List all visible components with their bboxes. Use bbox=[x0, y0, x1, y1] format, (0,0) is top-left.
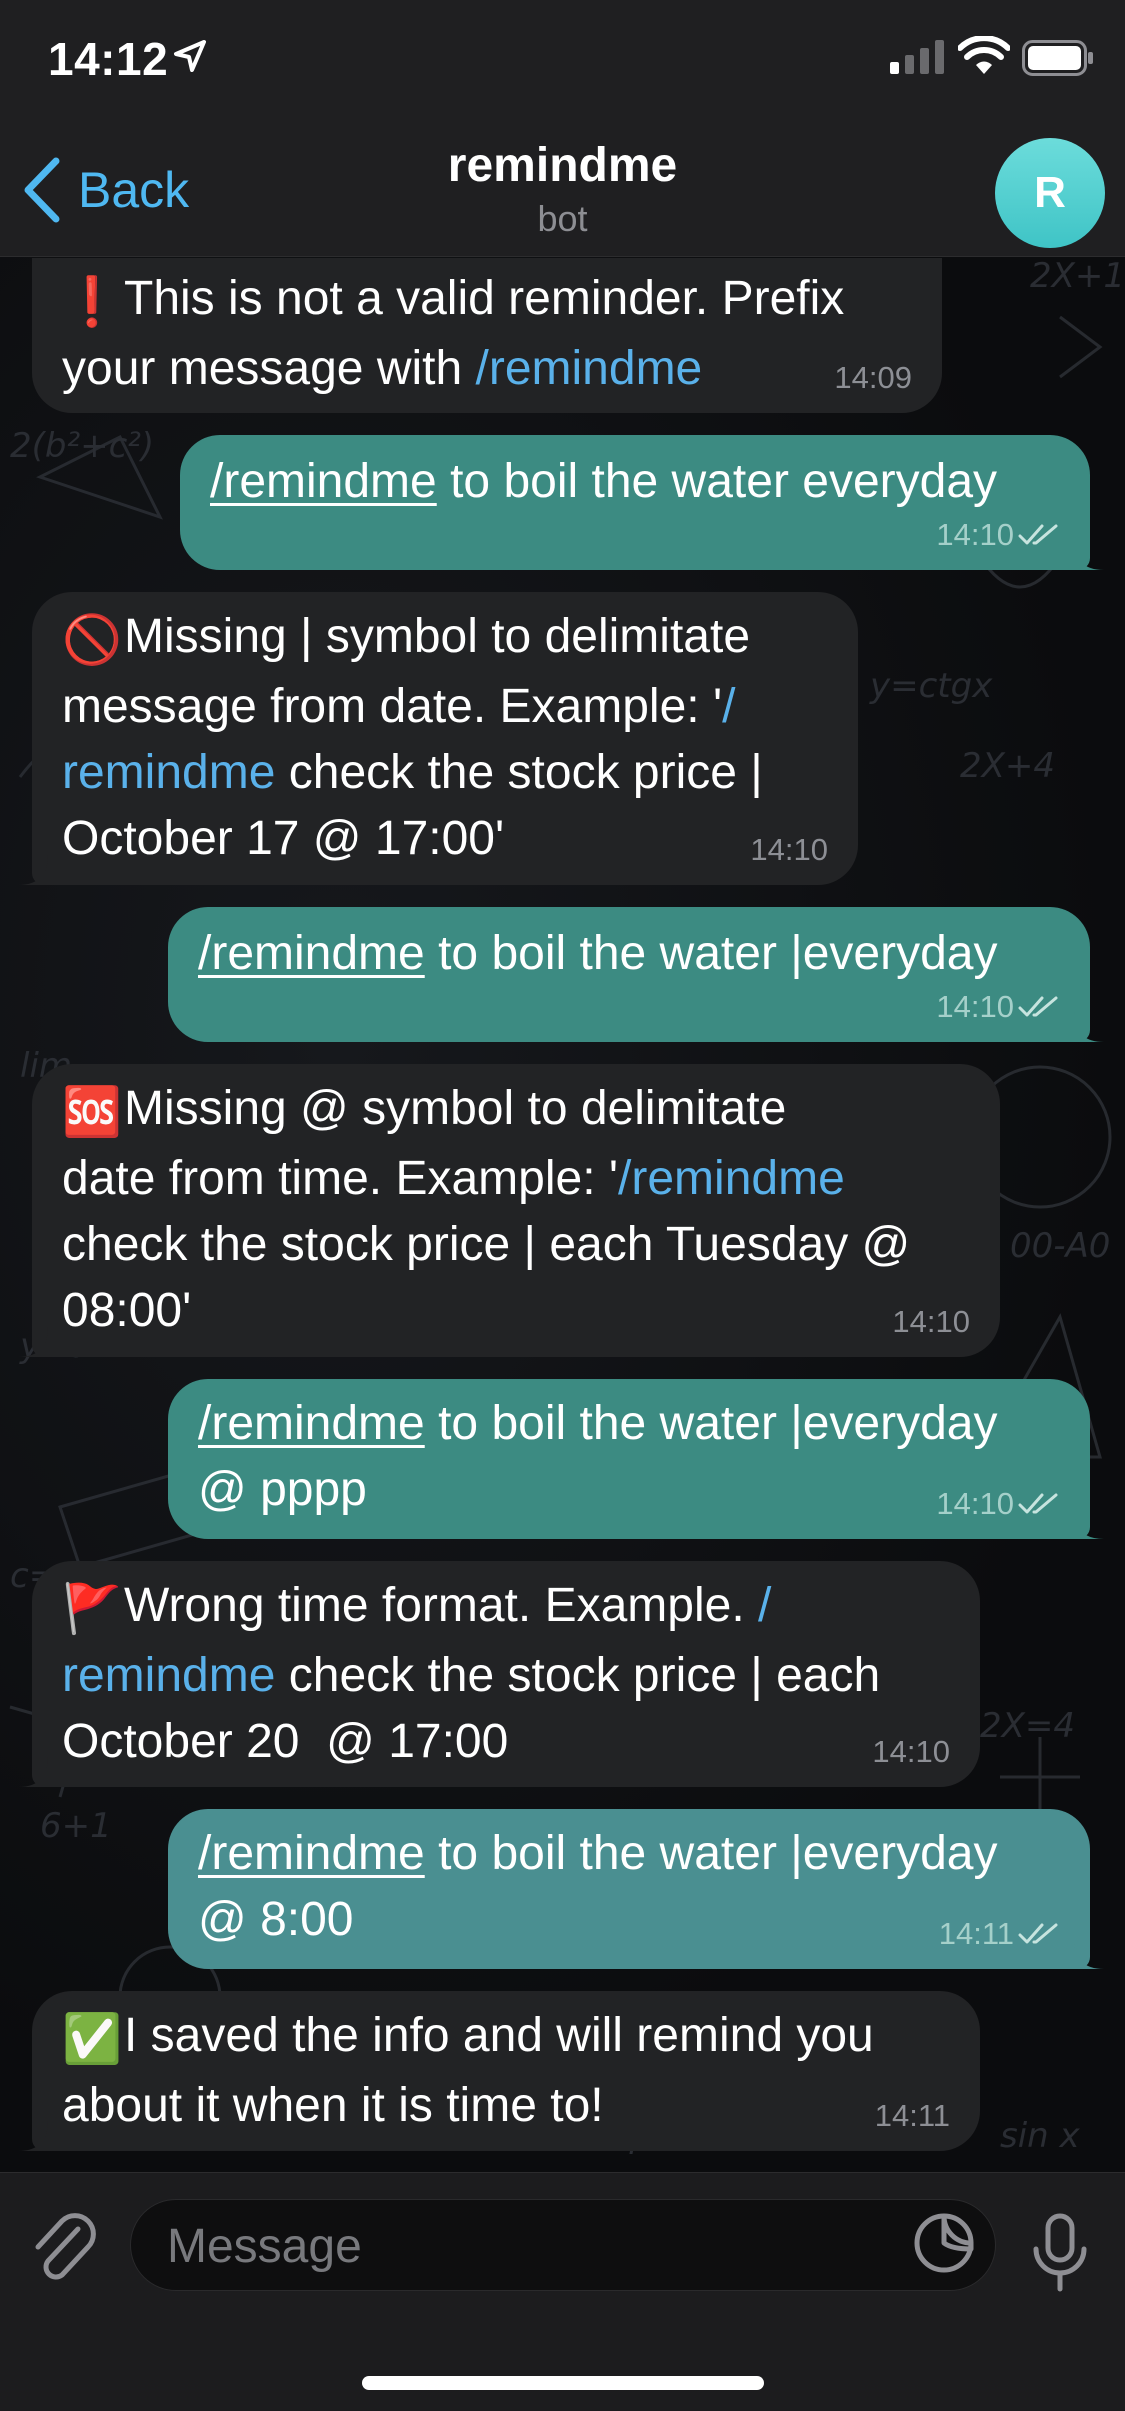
message-time: 14:10 bbox=[750, 832, 828, 867]
sos-emoji-icon: 🆘 bbox=[62, 1086, 122, 1139]
svg-text:2X+1: 2X+1 bbox=[1030, 257, 1125, 296]
chat-title[interactable]: remindme bbox=[0, 138, 1125, 193]
command-link[interactable]: / bbox=[758, 1579, 771, 1632]
message-incoming[interactable]: 🚫Missing | symbol to delimitate message … bbox=[18, 592, 858, 885]
svg-text:2X+4: 2X+4 bbox=[960, 746, 1055, 786]
message-text: 🆘Missing @ symbol to delimitate date fro… bbox=[62, 1082, 911, 1337]
status-time: 14:12 bbox=[48, 33, 169, 85]
double-check-icon bbox=[1018, 1493, 1058, 1514]
svg-text:sin x: sin x bbox=[1000, 2116, 1081, 2156]
check-mark-emoji-icon: ✅ bbox=[62, 2013, 122, 2066]
command-link[interactable]: remindme bbox=[62, 1649, 275, 1702]
command-link[interactable]: /remindme bbox=[198, 1827, 425, 1880]
message-time: 14:11 bbox=[874, 2098, 950, 2133]
message-text: ✅I saved the info and will remind you ab… bbox=[62, 2009, 874, 2132]
message-outgoing[interactable]: /remindme to boil the water |everyday @ … bbox=[168, 1809, 1104, 1969]
wifi-icon bbox=[958, 36, 1010, 74]
avatar[interactable]: R bbox=[995, 138, 1105, 248]
message-time: 14:10 bbox=[936, 990, 1060, 1024]
svg-text:y=ctgx: y=ctgx bbox=[869, 666, 993, 706]
double-check-icon bbox=[1018, 524, 1058, 545]
message-text: /remindme to boil the water everyday bbox=[210, 455, 998, 508]
message-text: 🚩Wrong time format. Example. / remindme … bbox=[62, 1579, 881, 1768]
paperclip-icon[interactable] bbox=[28, 2209, 98, 2285]
cellular-signal-icon bbox=[890, 40, 944, 74]
bubble-tail bbox=[18, 2121, 48, 2151]
message-time: 14:11 bbox=[939, 1917, 1060, 1951]
command-link[interactable]: / bbox=[722, 680, 735, 733]
chat-subtitle: bot bbox=[537, 198, 588, 239]
message-input[interactable] bbox=[167, 2200, 907, 2292]
bubble-tail bbox=[18, 1757, 48, 1787]
bubble-tail bbox=[1074, 1509, 1104, 1539]
message-time: 14:10 bbox=[872, 1734, 950, 1769]
command-link[interactable]: /remindme bbox=[210, 455, 437, 508]
location-arrow-icon bbox=[174, 40, 206, 72]
double-check-icon bbox=[1018, 1923, 1058, 1944]
message-text: 🚫Missing | symbol to delimitate message … bbox=[62, 610, 763, 865]
message-outgoing[interactable]: /remindme to boil the water |everyday 14… bbox=[168, 907, 1104, 1042]
command-link[interactable]: /remindme bbox=[476, 342, 703, 395]
command-link[interactable]: /remindme bbox=[618, 1152, 845, 1205]
svg-text:00-A0: 00-A0 bbox=[1010, 1226, 1110, 1266]
prohibited-emoji-icon: 🚫 bbox=[62, 614, 122, 667]
message-text: /remindme to boil the water |everyday @ … bbox=[198, 1827, 998, 1946]
svg-text:6+1: 6+1 bbox=[40, 1806, 112, 1846]
message-time: 14:10 bbox=[936, 518, 1060, 552]
bubble-tail bbox=[18, 1327, 48, 1357]
message-outgoing[interactable]: /remindme to boil the water everyday 14:… bbox=[180, 435, 1104, 570]
message-time: 14:09 bbox=[834, 360, 912, 395]
bubble-tail bbox=[18, 855, 48, 885]
command-link[interactable]: remindme bbox=[62, 746, 275, 799]
command-link[interactable]: /remindme bbox=[198, 927, 425, 980]
sticker-icon[interactable] bbox=[912, 2211, 976, 2275]
home-indicator[interactable] bbox=[362, 2376, 764, 2390]
chat-header: Back remindme bot R bbox=[0, 120, 1125, 257]
exclamation-emoji-icon: ❗ bbox=[62, 276, 122, 329]
microphone-icon[interactable] bbox=[1030, 2213, 1090, 2293]
battery-icon bbox=[1022, 40, 1093, 76]
message-outgoing[interactable]: /remindme to boil the water |everyday @ … bbox=[168, 1379, 1104, 1539]
svg-text:2(b²+c²): 2(b²+c²) bbox=[10, 426, 154, 466]
message-text: ❗This is not a valid reminder. Prefix yo… bbox=[62, 272, 845, 395]
message-incoming[interactable]: ✅I saved the info and will remind you ab… bbox=[18, 1991, 980, 2151]
status-bar: 14:12 bbox=[0, 0, 1125, 120]
message-incoming[interactable]: 🚩Wrong time format. Example. / remindme … bbox=[18, 1561, 980, 1787]
command-link[interactable]: /remindme bbox=[198, 1397, 425, 1450]
message-time: 14:10 bbox=[936, 1487, 1060, 1521]
bubble-tail bbox=[1074, 1939, 1104, 1969]
bubble-tail bbox=[1074, 1012, 1104, 1042]
message-text: /remindme to boil the water |everyday bbox=[198, 927, 998, 980]
message-field[interactable] bbox=[130, 2199, 996, 2292]
message-time: 14:10 bbox=[892, 1304, 970, 1339]
message-text: /remindme to boil the water |everyday @ … bbox=[198, 1397, 998, 1516]
svg-text:2X=4: 2X=4 bbox=[980, 1706, 1075, 1746]
double-check-icon bbox=[1018, 996, 1058, 1017]
bubble-tail bbox=[1074, 540, 1104, 570]
message-incoming[interactable]: 🆘Missing @ symbol to delimitate date fro… bbox=[18, 1064, 1000, 1357]
red-flag-emoji-icon: 🚩 bbox=[62, 1583, 122, 1636]
message-incoming[interactable]: ❗This is not a valid reminder. Prefix yo… bbox=[32, 258, 942, 413]
